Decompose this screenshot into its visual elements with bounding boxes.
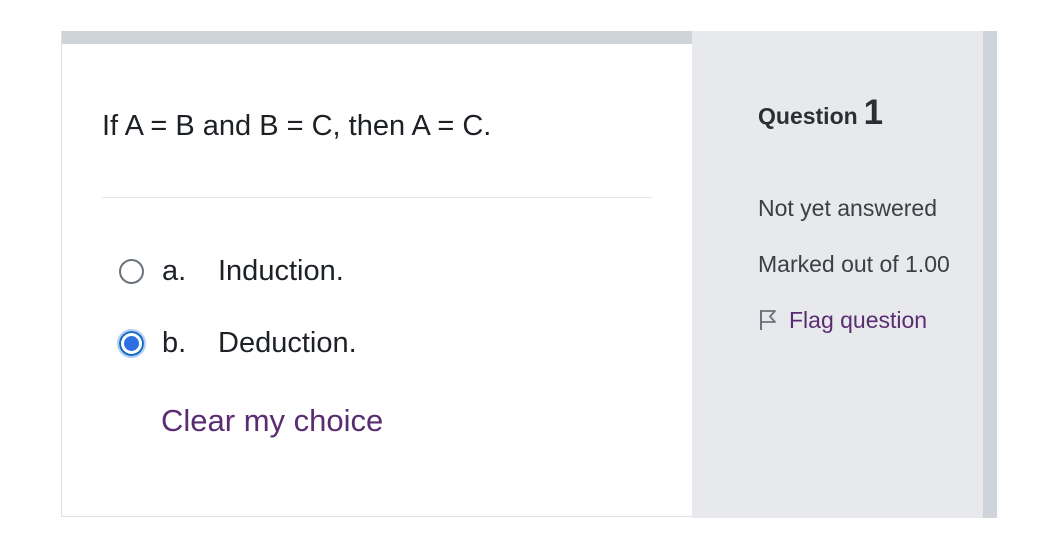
option-a-letter: a. xyxy=(162,254,187,287)
question-content: If A = B and B = C, then A = C. a. Induc… xyxy=(61,31,693,517)
option-b-letter: b. xyxy=(162,326,187,359)
answer-option-b[interactable]: b. Deduction. xyxy=(117,325,357,361)
answer-option-a[interactable]: a. Induction. xyxy=(119,253,344,289)
radio-option-a[interactable] xyxy=(119,258,144,284)
flag-icon xyxy=(758,308,778,332)
content-top-bar xyxy=(62,31,692,44)
question-number: 1 xyxy=(863,93,884,132)
question-container: If A = B and B = C, then A = C. a. Induc… xyxy=(61,31,1011,518)
divider xyxy=(102,197,652,198)
clear-choice-link[interactable]: Clear my choice xyxy=(161,402,383,440)
question-label: Question xyxy=(758,103,858,129)
question-text: If A = B and B = C, then A = C. xyxy=(102,110,492,142)
radio-option-b[interactable] xyxy=(117,328,146,358)
option-b-text: Deduction. xyxy=(218,326,357,359)
question-grade: Marked out of 1.00 xyxy=(758,251,950,277)
question-number-heading: Question 1 xyxy=(758,93,883,133)
info-right-bar xyxy=(983,31,997,518)
flag-question-button[interactable]: Flag question xyxy=(758,306,927,334)
question-info-panel: Question 1 Not yet answered Marked out of… xyxy=(692,31,997,518)
option-a-text: Induction. xyxy=(218,254,344,287)
question-state: Not yet answered xyxy=(758,195,937,221)
flag-question-label: Flag question xyxy=(789,307,928,333)
